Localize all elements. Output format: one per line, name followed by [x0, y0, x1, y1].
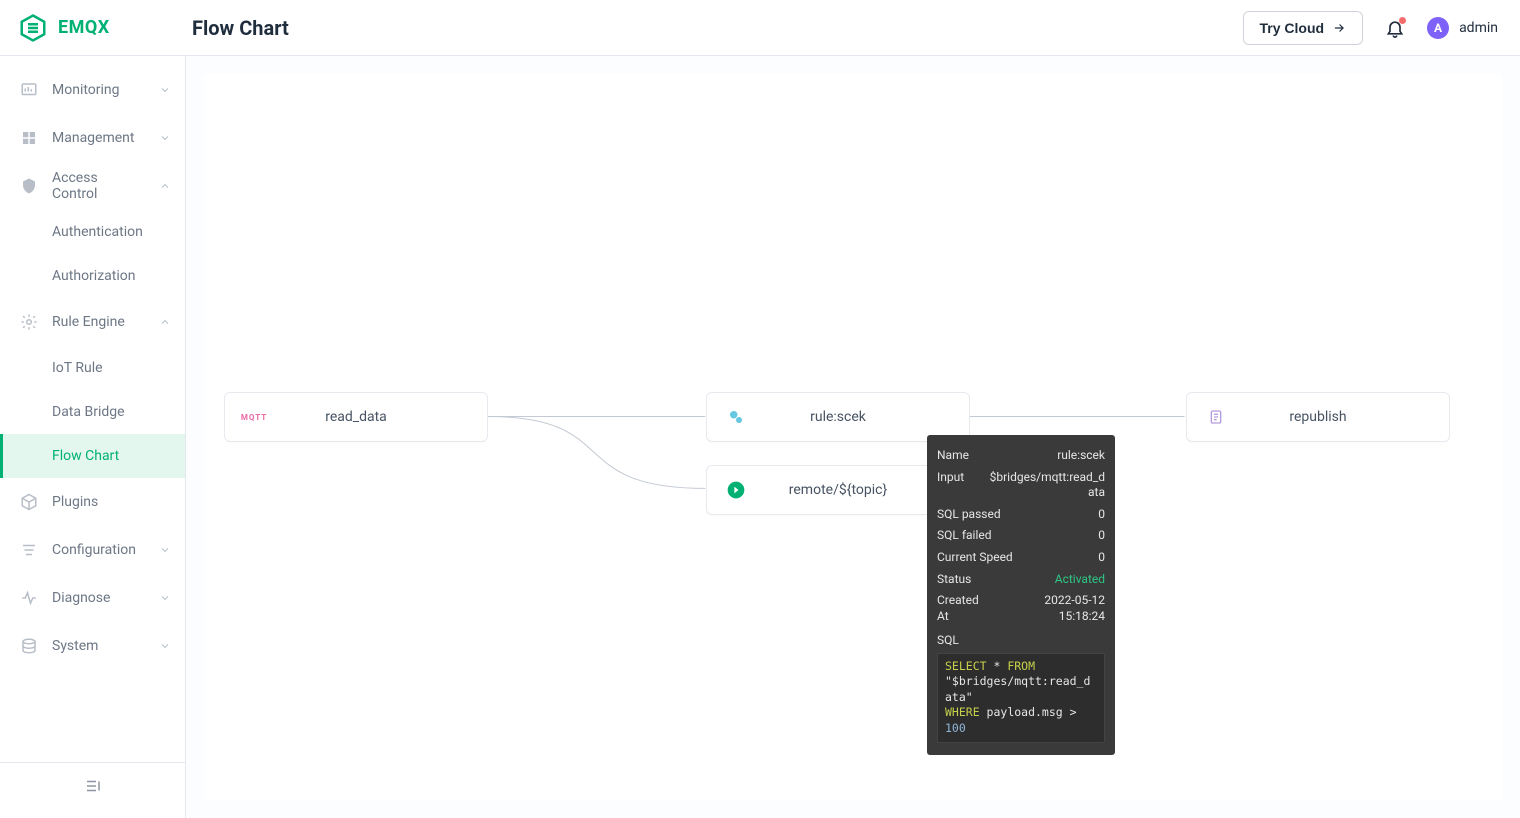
sidebar-subitem-authorization[interactable]: Authorization	[0, 254, 185, 298]
brand-logo-icon	[18, 13, 48, 43]
node-label: remote/${topic}	[725, 482, 951, 498]
user-name[interactable]: admin	[1459, 20, 1498, 36]
node-label: republish	[1205, 409, 1431, 425]
brand-text: EMQX	[58, 17, 110, 38]
tooltip-key: Created At	[937, 593, 991, 624]
tooltip-value: Activated	[1055, 572, 1105, 588]
sidebar-subitem-authentication[interactable]: Authentication	[0, 210, 185, 254]
notifications-button[interactable]	[1385, 18, 1405, 38]
tooltip-row: Current Speed 0	[937, 547, 1105, 569]
config-icon	[20, 541, 38, 559]
arrow-right-icon	[1332, 21, 1346, 35]
sidebar-subitem-data-bridge[interactable]: Data Bridge	[0, 390, 185, 434]
page-title: Flow Chart	[192, 16, 289, 40]
tooltip-row: Status Activated	[937, 569, 1105, 591]
app-header: EMQX Flow Chart Try Cloud A admin	[0, 0, 1520, 56]
tooltip-key: SQL passed	[937, 507, 1001, 523]
sidebar-item-label: Configuration	[52, 542, 145, 558]
tooltip-key: Status	[937, 572, 971, 588]
node-label: read_data	[243, 409, 469, 425]
sidebar-subitem-flow-chart[interactable]: Flow Chart	[0, 434, 185, 478]
sidebar-item-monitoring[interactable]: Monitoring	[0, 66, 185, 114]
node-label: rule:scek	[725, 409, 951, 425]
collapse-icon	[84, 777, 102, 795]
tooltip-value: rule:scek	[1057, 448, 1105, 464]
tooltip-key: Current Speed	[937, 550, 1013, 566]
notification-dot-icon	[1399, 17, 1406, 24]
plugins-icon	[20, 493, 38, 511]
tooltip-value: 0	[1098, 550, 1105, 566]
tooltip-row: Input $bridges/mqtt:read_data	[937, 467, 1105, 504]
tooltip-key: Input	[937, 470, 964, 501]
try-cloud-label: Try Cloud	[1260, 20, 1325, 36]
sidebar-item-diagnose[interactable]: Diagnose	[0, 574, 185, 622]
sidebar-item-system[interactable]: System	[0, 622, 185, 670]
tooltip-value: 0	[1098, 528, 1105, 544]
flow-edges	[204, 74, 1502, 813]
tooltip-row: Name rule:scek	[937, 445, 1105, 467]
avatar[interactable]: A	[1427, 17, 1449, 39]
sidebar-item-label: Diagnose	[52, 590, 145, 606]
sidebar-item-rule-engine[interactable]: Rule Engine	[0, 298, 185, 346]
tooltip-value: 2022-05-12 15:18:24	[1001, 593, 1105, 624]
node-republish[interactable]: republish	[1186, 392, 1450, 442]
sidebar-item-configuration[interactable]: Configuration	[0, 526, 185, 574]
node-read-data[interactable]: MQTT read_data	[224, 392, 488, 442]
canvas-area[interactable]: MQTT read_data rule:scek remote/${topic}	[186, 56, 1520, 818]
sidebar-collapse-button[interactable]	[0, 762, 185, 808]
flow-canvas[interactable]: MQTT read_data rule:scek remote/${topic}	[204, 74, 1502, 800]
diagnose-icon	[20, 589, 38, 607]
sidebar-item-label: Rule Engine	[52, 314, 145, 330]
rule-icon	[20, 313, 38, 331]
tooltip-sql-label: SQL	[937, 627, 1105, 653]
rule-tooltip: Name rule:scek Input $bridges/mqtt:read_dat…	[927, 435, 1115, 755]
monitoring-icon	[20, 81, 38, 99]
sidebar-item-label: Access Control	[52, 170, 145, 202]
tooltip-sql: SELECT * FROM"$bridges/mqtt:read_data"WH…	[937, 653, 1105, 743]
sidebar-item-label: Management	[52, 130, 145, 146]
brand[interactable]: EMQX	[18, 13, 186, 43]
tooltip-value: $bridges/mqtt:read_data	[985, 470, 1105, 501]
sidebar-item-label: System	[52, 638, 145, 654]
sidebar-item-label: Monitoring	[52, 82, 145, 98]
sidebar-item-plugins[interactable]: Plugins	[0, 478, 185, 526]
tooltip-row: Created At 2022-05-12 15:18:24	[937, 590, 1105, 627]
sidebar: Monitoring Management Access Control Authen…	[0, 56, 186, 818]
tooltip-key: SQL failed	[937, 528, 992, 544]
try-cloud-button[interactable]: Try Cloud	[1243, 11, 1364, 45]
tooltip-value: 0	[1098, 507, 1105, 523]
access-icon	[20, 177, 38, 195]
tooltip-row: SQL passed 0	[937, 504, 1105, 526]
tooltip-row: SQL failed 0	[937, 525, 1105, 547]
management-icon	[20, 129, 38, 147]
sidebar-item-management[interactable]: Management	[0, 114, 185, 162]
sidebar-item-access-control[interactable]: Access Control	[0, 162, 185, 210]
tooltip-key: Name	[937, 448, 969, 464]
sidebar-item-label: Plugins	[52, 494, 171, 510]
sidebar-subitem-iot-rule[interactable]: IoT Rule	[0, 346, 185, 390]
system-icon	[20, 637, 38, 655]
